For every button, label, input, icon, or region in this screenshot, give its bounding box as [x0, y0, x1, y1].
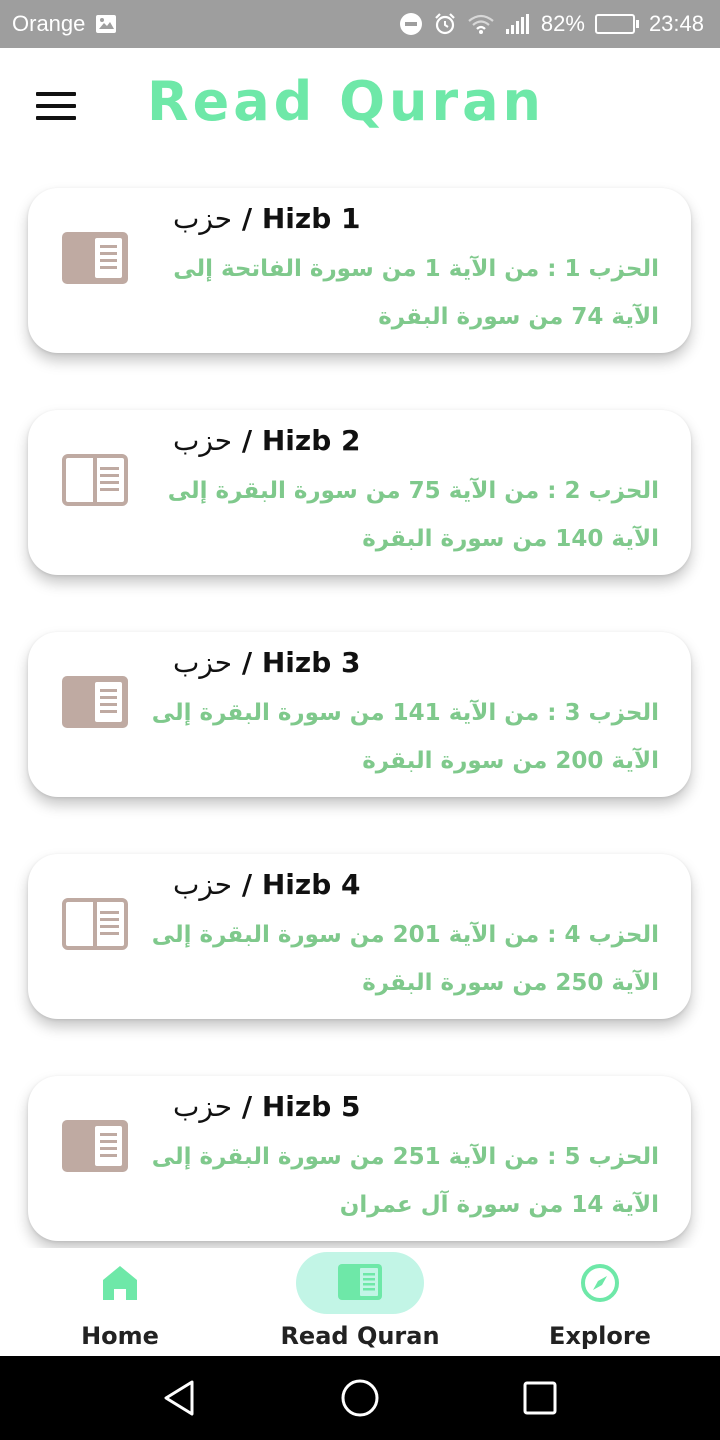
hizb-range-start: الحزب 3 : من الآية 141 من سورة البقرة إل…	[151, 700, 659, 726]
open-book-icon	[62, 1120, 128, 1172]
hizb-range-start: الحزب 5 : من الآية 251 من سورة البقرة إل…	[151, 1144, 659, 1170]
wifi-icon	[467, 13, 495, 35]
app-bar: Read Quran	[0, 48, 720, 160]
hizb-range-start: الحزب 1 : من الآية 1 من سورة الفاتحة إلى	[173, 256, 659, 282]
back-icon[interactable]	[158, 1376, 202, 1420]
home-icon	[103, 1266, 137, 1300]
hizb-title: حزب / Hizb 5	[173, 1090, 361, 1123]
signal-icon	[505, 13, 531, 35]
do-not-disturb-icon	[399, 12, 423, 36]
clock: 23:48	[648, 11, 704, 36]
open-book-icon	[62, 676, 128, 728]
status-bar-left: Orange	[12, 11, 117, 37]
open-book-icon	[62, 898, 128, 950]
bottom-nav: Home Read Quran Explore	[0, 1248, 720, 1356]
hizb-list[interactable]: حزب / Hizb 1 الحزب 1 : من الآية 1 من سور…	[0, 160, 720, 1248]
hizb-range-end: الآية 250 من سورة البقرة	[362, 970, 659, 996]
hamburger-menu-icon[interactable]	[36, 92, 76, 120]
page-title: Read Quran	[147, 70, 545, 133]
hizb-card-3[interactable]: حزب / Hizb 3 الحزب 3 : من الآية 141 من س…	[28, 632, 691, 797]
book-icon	[338, 1264, 382, 1300]
nav-read-quran[interactable]: Read Quran	[240, 1248, 480, 1356]
hizb-title: حزب / Hizb 2	[173, 424, 361, 457]
nav-home[interactable]: Home	[0, 1248, 240, 1356]
hizb-title: حزب / Hizb 4	[173, 868, 361, 901]
battery-icon	[594, 14, 639, 34]
nav-explore-label: Explore	[549, 1322, 651, 1350]
nav-read-quran-label: Read Quran	[280, 1322, 440, 1350]
system-nav-bar	[0, 1356, 720, 1440]
battery-percent: 82%	[540, 11, 585, 36]
hizb-title: حزب / Hizb 3	[173, 646, 361, 679]
hizb-card-2[interactable]: حزب / Hizb 2 الحزب 2 : من الآية 75 من سو…	[28, 410, 691, 575]
hizb-range-end: الآية 140 من سورة البقرة	[362, 526, 659, 552]
recents-icon[interactable]	[518, 1376, 562, 1420]
hizb-card-1[interactable]: حزب / Hizb 1 الحزب 1 : من الآية 1 من سور…	[28, 188, 691, 353]
hizb-range-start: الحزب 4 : من الآية 201 من سورة البقرة إل…	[151, 922, 659, 948]
nav-explore[interactable]: Explore	[480, 1248, 720, 1356]
hizb-card-5[interactable]: حزب / Hizb 5 الحزب 5 : من الآية 251 من س…	[28, 1076, 691, 1241]
carrier-name: Orange	[12, 11, 86, 36]
hizb-range-end: الآية 14 من سورة آل عمران	[339, 1192, 659, 1218]
hizb-range-start: الحزب 2 : من الآية 75 من سورة البقرة إلى	[167, 478, 659, 504]
hizb-range-end: الآية 200 من سورة البقرة	[362, 748, 659, 774]
open-book-icon	[62, 232, 128, 284]
alarm-icon	[433, 12, 457, 36]
nav-home-label: Home	[81, 1322, 159, 1350]
status-bar: Orange 82% 23:48	[0, 0, 720, 48]
image-icon	[95, 14, 117, 34]
hizb-title: حزب / Hizb 1	[173, 202, 361, 235]
hizb-card-4[interactable]: حزب / Hizb 4 الحزب 4 : من الآية 201 من س…	[28, 854, 691, 1019]
hizb-range-end: الآية 74 من سورة البقرة	[378, 304, 659, 330]
status-bar-right: 82% 23:48	[399, 11, 704, 37]
compass-icon	[581, 1264, 619, 1302]
open-book-icon	[62, 454, 128, 506]
home-circle-icon[interactable]	[338, 1376, 382, 1420]
